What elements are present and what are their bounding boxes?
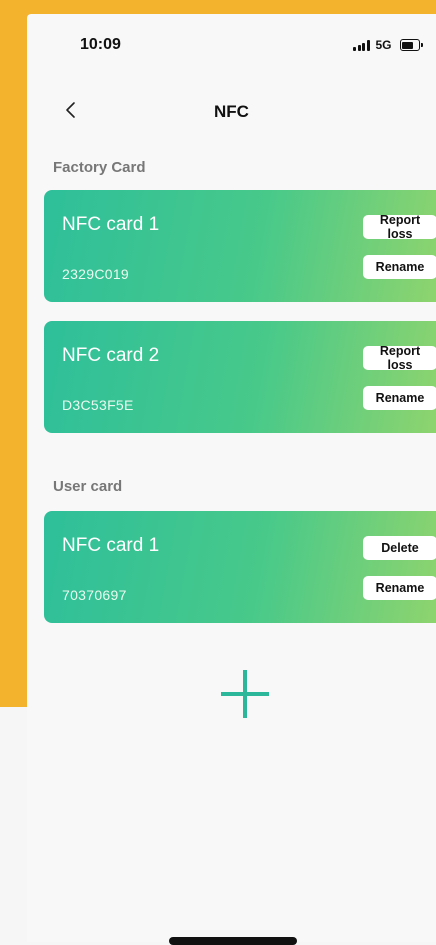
nfc-card[interactable]: NFC card 1 2329C019 Report loss Rename	[44, 190, 436, 302]
nfc-card[interactable]: NFC card 2 D3C53F5E Report loss Rename	[44, 321, 436, 433]
add-card-button[interactable]	[215, 664, 275, 724]
network-type: 5G	[375, 38, 392, 52]
delete-button[interactable]: Delete	[363, 536, 436, 560]
report-loss-button[interactable]: Report loss	[363, 213, 436, 241]
report-loss-button[interactable]: Report loss	[363, 344, 436, 372]
status-bar: 10:09 5G	[27, 14, 436, 74]
card-name: NFC card 2	[62, 345, 160, 366]
rename-button[interactable]: Rename	[363, 255, 436, 279]
phone-screen: 10:09 5G NFC Factory Card NFC card 1 232…	[27, 14, 436, 945]
battery-fill	[402, 41, 414, 49]
section-title-factory-card: Factory Card	[53, 159, 146, 176]
nfc-card[interactable]: NFC card 1 70370697 Delete Rename	[44, 511, 436, 623]
nav-bar: NFC	[27, 90, 436, 130]
signal-icon	[353, 39, 370, 51]
battery-icon	[399, 39, 423, 51]
status-time: 10:09	[80, 36, 121, 53]
home-indicator	[169, 937, 297, 945]
card-name: NFC card 1	[62, 535, 160, 556]
card-id: D3C53F5E	[62, 397, 134, 413]
section-title-user-card: User card	[53, 478, 123, 495]
page-title: NFC	[214, 102, 249, 121]
status-indicators: 5G	[353, 38, 423, 52]
card-name: NFC card 1	[62, 214, 160, 235]
rename-button[interactable]: Rename	[363, 576, 436, 600]
rename-button[interactable]: Rename	[363, 386, 436, 410]
card-id: 2329C019	[62, 266, 130, 282]
card-id: 70370697	[62, 587, 127, 603]
